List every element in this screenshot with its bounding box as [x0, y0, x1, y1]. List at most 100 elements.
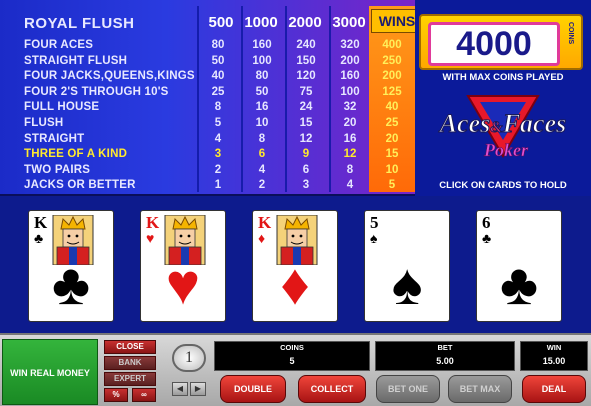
playing-card[interactable]: K ♦ ♦: [252, 210, 338, 322]
bet-value: 5.00: [436, 356, 454, 366]
svg-text:Aces&Faces: Aces&Faces: [438, 109, 567, 138]
payout-value: 320: [340, 39, 360, 51]
hand-name: JACKS OR BETTER: [24, 179, 136, 192]
payout-value: 2: [214, 163, 222, 176]
payout-value: 12: [343, 148, 357, 161]
coin-value-button[interactable]: 1: [172, 344, 206, 372]
hold-instructions: CLICK ON CARDS TO HOLD: [439, 180, 567, 191]
paytable-row: FULL HOUSE 8 16 24 32 40: [0, 100, 415, 116]
close-button[interactable]: CLOSE: [104, 340, 156, 354]
card-suit-icon: ♣: [499, 252, 539, 317]
bank-button[interactable]: BANK: [104, 356, 156, 370]
coin-decrease-icon[interactable]: ◀: [172, 382, 188, 396]
wins-value: 200: [382, 70, 402, 83]
win-label: WIN: [546, 343, 562, 352]
card-suit-icon: ♥: [165, 252, 201, 317]
payout-value: 4: [214, 132, 222, 145]
playing-card[interactable]: K ♣ ♣: [28, 210, 114, 322]
bet-one-button[interactable]: BET ONE: [376, 375, 440, 403]
coins-display-frame: 4000 COINS: [419, 14, 583, 70]
hand-name: STRAIGHT: [24, 132, 85, 145]
coins-side-label: COINS: [567, 22, 574, 45]
payout-value: 6: [258, 148, 266, 161]
hand-name: FOUR 2'S THROUGH 10'S: [24, 85, 169, 98]
bet-info-box: BET 5.00: [375, 341, 515, 371]
payout-value: 25: [211, 85, 225, 98]
paytable-row: STRAIGHT FLUSH 50 100 150 200 250: [0, 54, 415, 70]
payout-value: 200: [340, 54, 360, 67]
coin-column-header: 500: [208, 14, 234, 31]
payout-value: 160: [252, 39, 272, 51]
coins-display: 4000: [428, 22, 560, 66]
payout-value: 240: [296, 39, 316, 51]
coin-increase-icon[interactable]: ▶: [190, 382, 206, 396]
win-info-box: WIN 15.00: [520, 341, 588, 371]
payout-value: 5: [214, 117, 222, 129]
payout-value: 160: [340, 70, 360, 83]
hand-name: FOUR JACKS,QUEENS,KINGS: [24, 70, 195, 83]
coins-value: 5: [289, 356, 295, 366]
payout-value: 4: [258, 163, 266, 176]
bet-max-button[interactable]: BET MAX: [448, 375, 512, 403]
card-suit-icon: ♣: [51, 252, 91, 317]
collect-button[interactable]: COLLECT: [298, 375, 366, 403]
wins-value: 15: [385, 148, 399, 161]
wins-value: 25: [385, 117, 399, 129]
payout-value: 8: [258, 132, 266, 145]
paytable-row: JACKS OR BETTER 1 2 3 4 5: [0, 178, 415, 194]
wins-value: 125: [382, 85, 402, 98]
playing-card[interactable]: 5 ♠ ♠: [364, 210, 450, 322]
autoplay-button[interactable]: ∞: [132, 388, 156, 402]
coins-info-box: COINS 5: [214, 341, 370, 371]
payout-value: 100: [252, 54, 272, 67]
wins-value: 250: [382, 54, 402, 67]
paytable: ROYAL FLUSH 500 1000 2000 3000 WINS FOUR…: [0, 0, 423, 196]
card-suit-icon: ♠: [391, 252, 423, 317]
payout-value: 50: [255, 85, 269, 98]
coin-column-header: 1000: [244, 14, 278, 31]
paytable-row: THREE OF A KIND 3 6 9 12 15: [0, 147, 415, 163]
payout-value: 8: [214, 101, 222, 114]
playing-card[interactable]: 6 ♣ ♣: [476, 210, 562, 322]
expert-button[interactable]: EXPERT: [104, 372, 156, 386]
paytable-row: TWO PAIRS 2 4 6 8 10: [0, 163, 415, 179]
hand-name: THREE OF A KIND: [24, 148, 128, 161]
wins-value: 5: [388, 179, 396, 192]
paytable-row: FOUR ACES 80 160 240 320 400: [0, 38, 415, 54]
aces-and-faces-logo: Aces&Faces Poker: [437, 95, 567, 160]
payout-value: 120: [296, 70, 316, 83]
paytable-row: FLUSH 5 10 15 20 25: [0, 116, 415, 132]
hand-name: STRAIGHT FLUSH: [24, 54, 128, 67]
payout-value: 150: [296, 54, 316, 67]
max-coins-text: WITH MAX COINS PLAYED: [442, 72, 564, 83]
wins-value: 20: [385, 132, 399, 145]
payout-value: 80: [211, 39, 225, 51]
wins-value: 400: [382, 39, 402, 51]
payout-value: 100: [340, 85, 360, 98]
coin-column-header: 2000: [288, 14, 322, 31]
card-suit-small-icon: ♥: [146, 230, 155, 246]
payout-value: 32: [343, 101, 357, 114]
payout-value: 50: [211, 54, 225, 67]
payout-value: 6: [302, 163, 310, 176]
deal-button[interactable]: DEAL: [522, 375, 586, 403]
hand-name: FOUR ACES: [24, 39, 94, 51]
double-button[interactable]: DOUBLE: [220, 375, 286, 403]
video-poker-game: ROYAL FLUSH 500 1000 2000 3000 WINS FOUR…: [0, 0, 591, 406]
payout-value: 10: [255, 117, 269, 129]
paytable-row: STRAIGHT 4 8 12 16 20: [0, 132, 415, 148]
card-suit-icon: ♦: [280, 252, 310, 317]
payout-value: 40: [211, 70, 225, 83]
card-suit-small-icon: ♠: [370, 230, 378, 246]
bet-label: BET: [437, 343, 453, 352]
payout-value: 16: [255, 101, 269, 114]
hand-name: FULL HOUSE: [24, 101, 100, 114]
hand-name: FLUSH: [24, 117, 64, 129]
playing-card[interactable]: K ♥ ♥: [140, 210, 226, 322]
percent-button[interactable]: %: [104, 388, 128, 402]
win-real-money-button[interactable]: WIN REAL MONEY: [2, 339, 98, 405]
payout-value: 9: [302, 148, 310, 161]
payout-value: 15: [299, 117, 313, 129]
payout-value: 3: [302, 179, 310, 192]
wins-value: 40: [385, 101, 399, 114]
